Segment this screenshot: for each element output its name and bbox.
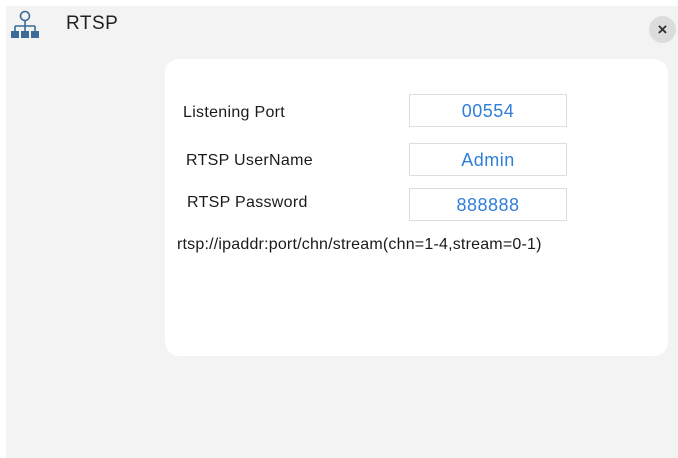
dialog-title: RTSP <box>66 13 119 34</box>
rtsp-url-hint: rtsp://ipaddr:port/chn/stream(chn=1-4,st… <box>177 236 542 253</box>
close-icon: × <box>657 20 668 39</box>
listening-port-label: Listening Port <box>183 104 286 121</box>
close-button[interactable]: × <box>649 16 676 43</box>
rtsp-dialog: RTSP × Listening Port 00554 RTSP UserNam… <box>6 6 678 458</box>
rtsp-settings-panel: Listening Port 00554 RTSP UserName Admin… <box>165 59 668 356</box>
password-label: RTSP Password <box>187 194 308 211</box>
network-topology-icon <box>10 10 40 40</box>
username-field[interactable]: Admin <box>409 143 567 176</box>
username-label: RTSP UserName <box>186 152 313 169</box>
title-bar: RTSP × <box>6 6 678 46</box>
password-field[interactable]: 888888 <box>409 188 567 221</box>
listening-port-field[interactable]: 00554 <box>409 94 567 127</box>
